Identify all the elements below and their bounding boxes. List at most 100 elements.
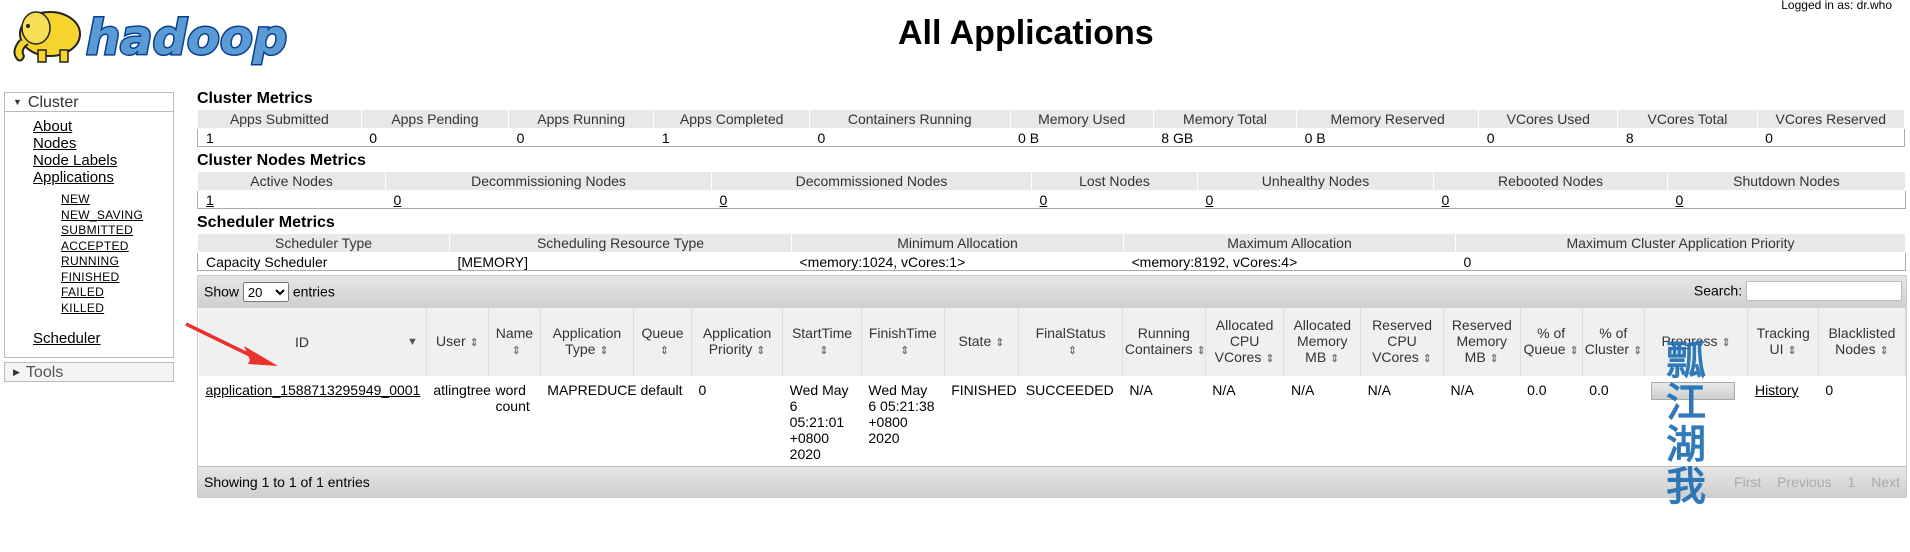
applications-table-container: Show 20 entries Search: ID ▼ User ⇕ Name… xyxy=(197,275,1907,498)
col-allocated-cpu-vcores[interactable]: Allocated CPU VCores ⇕ xyxy=(1204,308,1285,376)
hadoop-logo: hadoop xyxy=(13,9,289,68)
entries-label: entries xyxy=(292,283,335,300)
cell-blacklisted: 0 xyxy=(1825,382,1834,398)
col-running-containers[interactable]: Running Containers ⇕ xyxy=(1121,308,1206,376)
val-apps-pending: 0 xyxy=(361,128,509,147)
link-unhealthy-nodes[interactable]: 0 xyxy=(1206,192,1214,208)
nav-state-killed[interactable]: KILLED xyxy=(61,301,104,315)
link-active-nodes[interactable]: 1 xyxy=(206,192,214,208)
cell-priority: 0 xyxy=(698,382,707,398)
sort-icon: ⇕ xyxy=(1196,345,1206,357)
sort-icon: ⇕ xyxy=(469,337,479,349)
nav-state-new-saving[interactable]: NEW_SAVING xyxy=(61,208,143,222)
col-queue[interactable]: Queue ⇕ xyxy=(633,308,693,376)
col-apps-running: Apps Running xyxy=(508,109,655,129)
cell-reserved-memory: N/A xyxy=(1450,382,1474,398)
col-scheduling-resource-type: Scheduling Resource Type xyxy=(449,233,792,253)
cluster-panel-header[interactable]: ▼ Cluster xyxy=(4,92,174,112)
application-id-link[interactable]: application_1588713295949_0001 xyxy=(206,382,421,398)
sidebar: ▼ Cluster About Nodes Node Labels Applica… xyxy=(4,92,174,382)
col-apps-completed: Apps Completed xyxy=(653,109,810,129)
col-unhealthy-nodes: Unhealthy Nodes xyxy=(1197,171,1434,191)
sort-icon: ⇕ xyxy=(1330,353,1340,365)
search-input[interactable] xyxy=(1746,281,1902,301)
val-scheduling-resource-type: [MEMORY] xyxy=(449,252,792,271)
col-apps-pending: Apps Pending xyxy=(360,109,510,129)
val-max-priority: 0 xyxy=(1455,252,1906,271)
previous-page-button[interactable]: Previous xyxy=(1777,474,1831,490)
link-decommissioning-nodes[interactable]: 0 xyxy=(394,192,402,208)
col-name[interactable]: Name ⇕ xyxy=(488,308,541,376)
col-memory-total: Memory Total xyxy=(1152,109,1298,129)
sort-icon: ⇕ xyxy=(900,345,910,357)
table-info: Showing 1 to 1 of 1 entries xyxy=(204,474,370,490)
col-application-priority[interactable]: Application Priority ⇕ xyxy=(691,308,784,376)
link-shutdown-nodes[interactable]: 0 xyxy=(1676,192,1684,208)
col-finishtime[interactable]: FinishTime ⇕ xyxy=(860,308,945,376)
col-reserved-cpu-vcores[interactable]: Reserved CPU VCores ⇕ xyxy=(1360,308,1444,376)
col-shutdown-nodes: Shutdown Nodes xyxy=(1667,171,1906,191)
page-1-button[interactable]: 1 xyxy=(1848,474,1856,490)
nav-about[interactable]: About xyxy=(33,118,72,135)
cell-queue: default xyxy=(640,382,683,398)
nav-applications[interactable]: Applications xyxy=(33,169,114,186)
table-search: Search: xyxy=(1694,281,1902,301)
col-finalstatus[interactable]: FinalStatus ⇕ xyxy=(1018,308,1123,376)
sort-icon: ⇕ xyxy=(1633,345,1643,357)
next-page-button[interactable]: Next xyxy=(1871,474,1900,490)
col-user[interactable]: User ⇕ xyxy=(425,308,490,376)
first-page-button[interactable]: First xyxy=(1734,474,1761,490)
col-scheduler-type: Scheduler Type xyxy=(197,233,450,253)
nav-state-running[interactable]: RUNNING xyxy=(61,254,119,268)
col-state[interactable]: State ⇕ xyxy=(943,308,1020,376)
cell-finishtime: Wed May 6 05:21:38 +0800 2020 xyxy=(868,382,935,446)
col-decommissioning-nodes: Decommissioning Nodes xyxy=(385,171,712,191)
col-apps-submitted: Apps Submitted xyxy=(197,109,362,129)
cluster-menu: About Nodes Node Labels Applications NEW… xyxy=(4,112,174,358)
cell-pct-cluster: 0.0 xyxy=(1589,382,1609,398)
scheduler-metrics-table: Scheduler Type Scheduling Resource Type … xyxy=(197,233,1906,271)
cell-reserved-vcores: N/A xyxy=(1367,382,1391,398)
pagination: First Previous 1 Next xyxy=(1722,474,1900,490)
col-containers-running: Containers Running xyxy=(808,109,1011,129)
val-apps-submitted: 1 xyxy=(197,128,362,147)
sort-icon: ⇕ xyxy=(1787,345,1797,357)
nodes-metrics-title: Cluster Nodes Metrics xyxy=(197,152,366,169)
sort-icon: ⇕ xyxy=(1067,345,1078,357)
cell-user: atlingtree xyxy=(433,382,491,398)
col-application-type[interactable]: Application Type ⇕ xyxy=(539,308,635,376)
nav-nodes[interactable]: Nodes xyxy=(33,135,76,152)
col-blacklisted-nodes[interactable]: Blacklisted Nodes ⇕ xyxy=(1817,308,1907,376)
tools-panel-header[interactable]: ▶ Tools xyxy=(4,362,174,382)
sort-icon: ⇕ xyxy=(819,345,829,357)
cell-allocated-memory: N/A xyxy=(1290,382,1315,398)
cluster-label: Cluster xyxy=(27,94,79,111)
nav-state-accepted[interactable]: ACCEPTED xyxy=(61,239,129,253)
sort-icon: ⇕ xyxy=(995,337,1005,349)
col-max-priority: Maximum Cluster Application Priority xyxy=(1455,233,1906,253)
col-allocated-memory-mb[interactable]: Allocated Memory MB ⇕ xyxy=(1283,308,1362,376)
col-reserved-memory-mb[interactable]: Reserved Memory MB ⇕ xyxy=(1442,308,1521,376)
sort-icon: ⇕ xyxy=(756,345,766,357)
col-pct-cluster[interactable]: % of Cluster ⇕ xyxy=(1581,308,1645,376)
history-link[interactable]: History xyxy=(1755,382,1799,398)
nav-state-submitted[interactable]: SUBMITTED xyxy=(61,223,133,237)
nav-state-failed[interactable]: FAILED xyxy=(61,285,104,299)
nav-scheduler[interactable]: Scheduler xyxy=(33,330,101,347)
link-rebooted-nodes[interactable]: 0 xyxy=(1442,192,1450,208)
col-starttime[interactable]: StartTime ⇕ xyxy=(782,308,862,376)
nav-node-labels[interactable]: Node Labels xyxy=(33,152,117,169)
cluster-metrics-table: Apps Submitted Apps Pending Apps Running… xyxy=(197,109,1906,147)
val-vcores-total: 8 xyxy=(1617,128,1758,147)
val-containers-running: 0 xyxy=(809,128,1011,147)
link-decommissioned-nodes[interactable]: 0 xyxy=(720,192,728,208)
sort-icon: ⇕ xyxy=(1721,337,1731,349)
nav-state-finished[interactable]: FINISHED xyxy=(61,270,119,284)
link-lost-nodes[interactable]: 0 xyxy=(1040,192,1048,208)
col-pct-queue[interactable]: % of Queue ⇕ xyxy=(1519,308,1583,376)
sort-icon: ⇕ xyxy=(1422,353,1432,365)
col-tracking-ui[interactable]: Tracking UI ⇕ xyxy=(1747,308,1819,376)
nav-state-new[interactable]: NEW xyxy=(61,192,90,206)
val-scheduler-type: Capacity Scheduler xyxy=(197,252,450,271)
col-maximum-allocation: Maximum Allocation xyxy=(1123,233,1456,253)
